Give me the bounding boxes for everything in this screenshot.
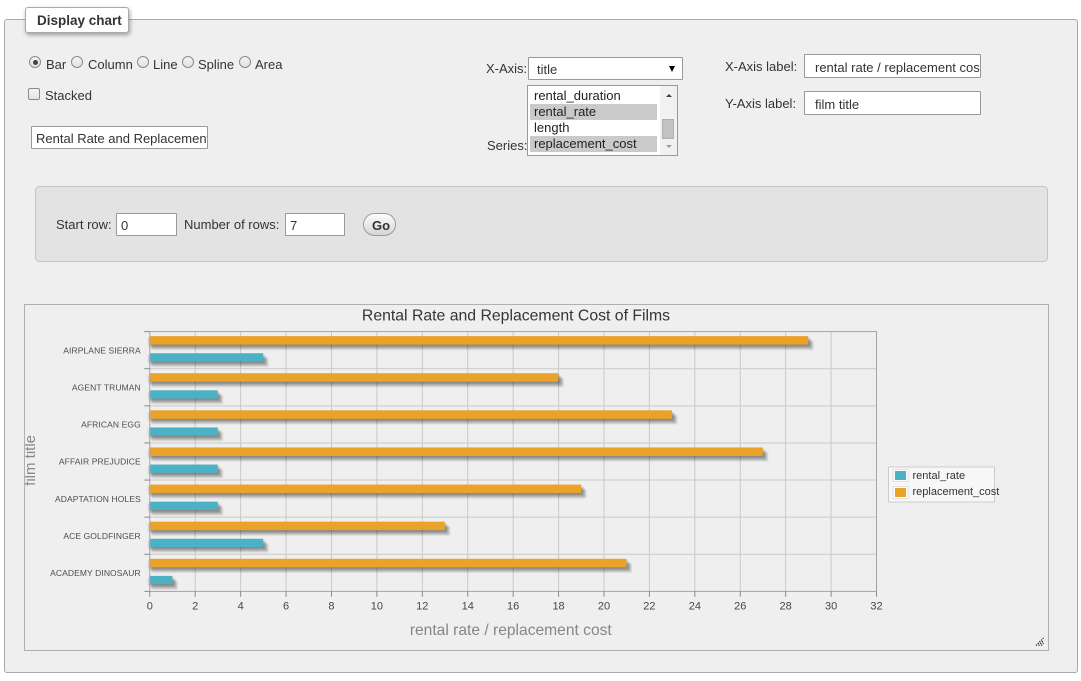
svg-text:20: 20 xyxy=(598,601,610,613)
svg-text:18: 18 xyxy=(552,601,564,613)
svg-text:AGENT TRUMAN: AGENT TRUMAN xyxy=(72,382,141,392)
svg-text:ADAPTATION HOLES: ADAPTATION HOLES xyxy=(55,494,141,504)
svg-text:Rental Rate and Replacement Co: Rental Rate and Replacement Cost of Film… xyxy=(362,308,670,325)
svg-text:24: 24 xyxy=(689,601,701,613)
svg-text:4: 4 xyxy=(238,601,244,613)
svg-text:ACADEMY DINOSAUR: ACADEMY DINOSAUR xyxy=(50,568,141,578)
svg-text:28: 28 xyxy=(780,601,792,613)
svg-text:32: 32 xyxy=(870,601,882,613)
svg-text:replacement_cost: replacement_cost xyxy=(913,486,1000,498)
svg-text:30: 30 xyxy=(825,601,837,613)
svg-text:16: 16 xyxy=(507,601,519,613)
svg-text:14: 14 xyxy=(462,601,474,613)
svg-text:2: 2 xyxy=(192,601,198,613)
svg-text:AIRPLANE SIERRA: AIRPLANE SIERRA xyxy=(63,345,141,355)
svg-text:10: 10 xyxy=(371,601,383,613)
svg-text:22: 22 xyxy=(643,601,655,613)
svg-text:ACE GOLDFINGER: ACE GOLDFINGER xyxy=(63,531,140,541)
svg-text:12: 12 xyxy=(416,601,428,613)
svg-text:rental_rate: rental_rate xyxy=(913,470,966,482)
svg-text:film title: film title xyxy=(25,435,39,486)
svg-text:26: 26 xyxy=(734,601,746,613)
svg-text:AFFAIR PREJUDICE: AFFAIR PREJUDICE xyxy=(59,457,141,467)
svg-text:AFRICAN EGG: AFRICAN EGG xyxy=(81,420,141,430)
svg-text:rental rate / replacement cost: rental rate / replacement cost xyxy=(410,622,613,639)
svg-text:8: 8 xyxy=(328,601,334,613)
svg-text:0: 0 xyxy=(147,601,153,613)
svg-text:6: 6 xyxy=(283,601,289,613)
